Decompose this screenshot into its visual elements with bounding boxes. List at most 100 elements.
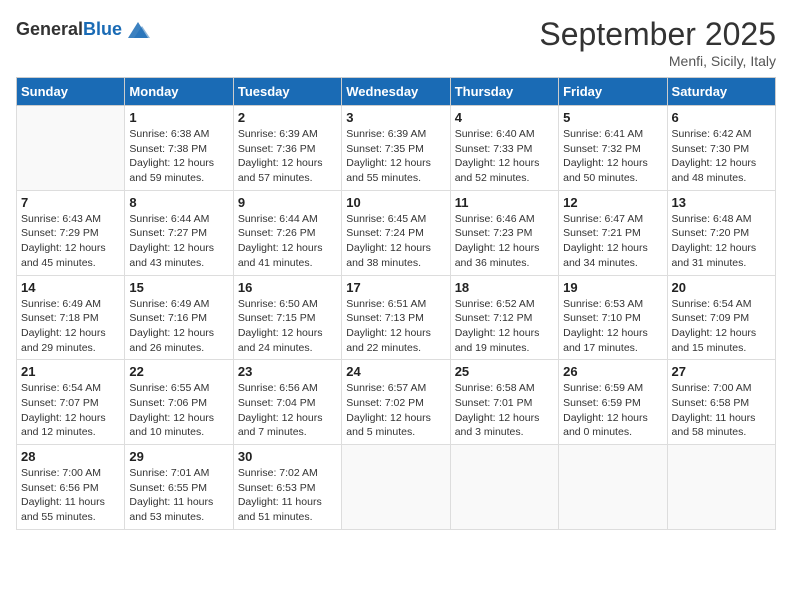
day-number: 12	[563, 195, 662, 210]
day-of-week-header: Wednesday	[342, 78, 450, 106]
calendar-day-cell: 24 Sunrise: 6:57 AMSunset: 7:02 PMDaylig…	[342, 360, 450, 445]
day-info: Sunrise: 6:54 AMSunset: 7:07 PMDaylight:…	[21, 381, 120, 440]
calendar-day-cell: 27 Sunrise: 7:00 AMSunset: 6:58 PMDaylig…	[667, 360, 775, 445]
day-number: 16	[238, 280, 337, 295]
calendar-day-cell: 8 Sunrise: 6:44 AMSunset: 7:27 PMDayligh…	[125, 190, 233, 275]
calendar-day-cell: 10 Sunrise: 6:45 AMSunset: 7:24 PMDaylig…	[342, 190, 450, 275]
day-info: Sunrise: 6:59 AMSunset: 6:59 PMDaylight:…	[563, 381, 662, 440]
page-header: GeneralBlue September 2025 Menfi, Sicily…	[16, 16, 776, 69]
day-of-week-header: Monday	[125, 78, 233, 106]
day-info: Sunrise: 6:50 AMSunset: 7:15 PMDaylight:…	[238, 297, 337, 356]
title-area: September 2025 Menfi, Sicily, Italy	[539, 16, 776, 69]
calendar-week-row: 1 Sunrise: 6:38 AMSunset: 7:38 PMDayligh…	[17, 106, 776, 191]
day-info: Sunrise: 6:48 AMSunset: 7:20 PMDaylight:…	[672, 212, 771, 271]
calendar-day-cell: 7 Sunrise: 6:43 AMSunset: 7:29 PMDayligh…	[17, 190, 125, 275]
calendar-day-cell: 11 Sunrise: 6:46 AMSunset: 7:23 PMDaylig…	[450, 190, 558, 275]
day-number: 10	[346, 195, 445, 210]
calendar-day-cell: 3 Sunrise: 6:39 AMSunset: 7:35 PMDayligh…	[342, 106, 450, 191]
day-number: 22	[129, 364, 228, 379]
day-info: Sunrise: 6:56 AMSunset: 7:04 PMDaylight:…	[238, 381, 337, 440]
calendar-day-cell: 14 Sunrise: 6:49 AMSunset: 7:18 PMDaylig…	[17, 275, 125, 360]
calendar-day-cell: 17 Sunrise: 6:51 AMSunset: 7:13 PMDaylig…	[342, 275, 450, 360]
calendar-day-cell: 25 Sunrise: 6:58 AMSunset: 7:01 PMDaylig…	[450, 360, 558, 445]
calendar-day-cell	[450, 445, 558, 530]
day-info: Sunrise: 7:02 AMSunset: 6:53 PMDaylight:…	[238, 466, 337, 525]
day-number: 7	[21, 195, 120, 210]
logo-blue-text: Blue	[83, 19, 122, 39]
day-number: 25	[455, 364, 554, 379]
calendar-day-cell: 15 Sunrise: 6:49 AMSunset: 7:16 PMDaylig…	[125, 275, 233, 360]
logo-general-text: General	[16, 19, 83, 39]
day-info: Sunrise: 6:49 AMSunset: 7:18 PMDaylight:…	[21, 297, 120, 356]
calendar-week-row: 14 Sunrise: 6:49 AMSunset: 7:18 PMDaylig…	[17, 275, 776, 360]
day-info: Sunrise: 6:38 AMSunset: 7:38 PMDaylight:…	[129, 127, 228, 186]
calendar-day-cell: 6 Sunrise: 6:42 AMSunset: 7:30 PMDayligh…	[667, 106, 775, 191]
calendar-day-cell: 20 Sunrise: 6:54 AMSunset: 7:09 PMDaylig…	[667, 275, 775, 360]
day-number: 30	[238, 449, 337, 464]
calendar-day-cell: 19 Sunrise: 6:53 AMSunset: 7:10 PMDaylig…	[559, 275, 667, 360]
calendar-week-row: 28 Sunrise: 7:00 AMSunset: 6:56 PMDaylig…	[17, 445, 776, 530]
day-info: Sunrise: 6:40 AMSunset: 7:33 PMDaylight:…	[455, 127, 554, 186]
day-number: 13	[672, 195, 771, 210]
day-number: 17	[346, 280, 445, 295]
day-number: 18	[455, 280, 554, 295]
calendar-day-cell	[17, 106, 125, 191]
day-number: 9	[238, 195, 337, 210]
day-info: Sunrise: 6:45 AMSunset: 7:24 PMDaylight:…	[346, 212, 445, 271]
day-number: 19	[563, 280, 662, 295]
calendar-day-cell: 23 Sunrise: 6:56 AMSunset: 7:04 PMDaylig…	[233, 360, 341, 445]
calendar-day-cell: 2 Sunrise: 6:39 AMSunset: 7:36 PMDayligh…	[233, 106, 341, 191]
day-of-week-header: Tuesday	[233, 78, 341, 106]
calendar-day-cell: 29 Sunrise: 7:01 AMSunset: 6:55 PMDaylig…	[125, 445, 233, 530]
day-info: Sunrise: 7:00 AMSunset: 6:56 PMDaylight:…	[21, 466, 120, 525]
day-info: Sunrise: 6:46 AMSunset: 7:23 PMDaylight:…	[455, 212, 554, 271]
calendar-day-cell: 1 Sunrise: 6:38 AMSunset: 7:38 PMDayligh…	[125, 106, 233, 191]
day-number: 3	[346, 110, 445, 125]
day-of-week-header: Sunday	[17, 78, 125, 106]
day-number: 23	[238, 364, 337, 379]
day-number: 15	[129, 280, 228, 295]
day-info: Sunrise: 6:52 AMSunset: 7:12 PMDaylight:…	[455, 297, 554, 356]
day-info: Sunrise: 6:55 AMSunset: 7:06 PMDaylight:…	[129, 381, 228, 440]
calendar-day-cell: 18 Sunrise: 6:52 AMSunset: 7:12 PMDaylig…	[450, 275, 558, 360]
day-number: 8	[129, 195, 228, 210]
day-info: Sunrise: 6:51 AMSunset: 7:13 PMDaylight:…	[346, 297, 445, 356]
day-info: Sunrise: 6:39 AMSunset: 7:36 PMDaylight:…	[238, 127, 337, 186]
day-info: Sunrise: 7:00 AMSunset: 6:58 PMDaylight:…	[672, 381, 771, 440]
day-number: 4	[455, 110, 554, 125]
calendar-day-cell: 22 Sunrise: 6:55 AMSunset: 7:06 PMDaylig…	[125, 360, 233, 445]
day-info: Sunrise: 6:39 AMSunset: 7:35 PMDaylight:…	[346, 127, 445, 186]
day-of-week-header: Thursday	[450, 78, 558, 106]
day-number: 24	[346, 364, 445, 379]
day-number: 28	[21, 449, 120, 464]
day-number: 5	[563, 110, 662, 125]
month-title: September 2025	[539, 16, 776, 53]
day-of-week-header: Friday	[559, 78, 667, 106]
calendar-day-cell: 9 Sunrise: 6:44 AMSunset: 7:26 PMDayligh…	[233, 190, 341, 275]
calendar-day-cell: 21 Sunrise: 6:54 AMSunset: 7:07 PMDaylig…	[17, 360, 125, 445]
day-info: Sunrise: 6:54 AMSunset: 7:09 PMDaylight:…	[672, 297, 771, 356]
day-number: 29	[129, 449, 228, 464]
calendar-day-cell	[667, 445, 775, 530]
calendar-day-cell: 26 Sunrise: 6:59 AMSunset: 6:59 PMDaylig…	[559, 360, 667, 445]
day-of-week-header: Saturday	[667, 78, 775, 106]
calendar-day-cell: 30 Sunrise: 7:02 AMSunset: 6:53 PMDaylig…	[233, 445, 341, 530]
day-number: 2	[238, 110, 337, 125]
day-info: Sunrise: 6:47 AMSunset: 7:21 PMDaylight:…	[563, 212, 662, 271]
day-info: Sunrise: 6:42 AMSunset: 7:30 PMDaylight:…	[672, 127, 771, 186]
day-info: Sunrise: 6:49 AMSunset: 7:16 PMDaylight:…	[129, 297, 228, 356]
calendar-day-cell: 28 Sunrise: 7:00 AMSunset: 6:56 PMDaylig…	[17, 445, 125, 530]
calendar-week-row: 21 Sunrise: 6:54 AMSunset: 7:07 PMDaylig…	[17, 360, 776, 445]
day-info: Sunrise: 6:43 AMSunset: 7:29 PMDaylight:…	[21, 212, 120, 271]
calendar-day-cell: 12 Sunrise: 6:47 AMSunset: 7:21 PMDaylig…	[559, 190, 667, 275]
location-text: Menfi, Sicily, Italy	[539, 53, 776, 69]
day-number: 26	[563, 364, 662, 379]
calendar-header-row: SundayMondayTuesdayWednesdayThursdayFrid…	[17, 78, 776, 106]
day-number: 20	[672, 280, 771, 295]
calendar-day-cell: 5 Sunrise: 6:41 AMSunset: 7:32 PMDayligh…	[559, 106, 667, 191]
day-number: 14	[21, 280, 120, 295]
day-number: 11	[455, 195, 554, 210]
day-info: Sunrise: 6:41 AMSunset: 7:32 PMDaylight:…	[563, 127, 662, 186]
day-number: 21	[21, 364, 120, 379]
logo-icon	[124, 16, 152, 44]
